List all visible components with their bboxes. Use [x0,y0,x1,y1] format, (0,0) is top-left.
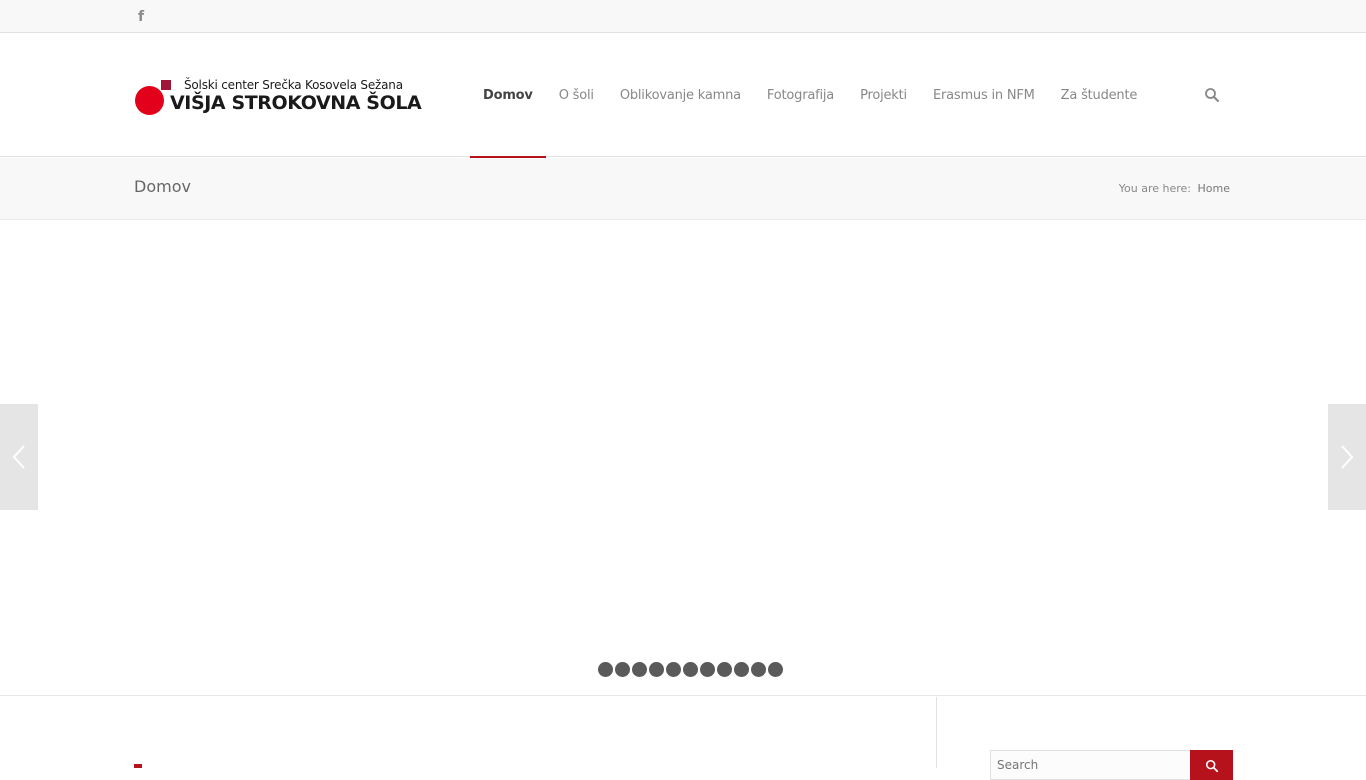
nav-item-fotografija[interactable]: Fotografija [754,33,847,157]
site-header: Šolski center Srečka Kosovela Sežana VIŠ… [0,33,1366,158]
breadcrumb-home-link[interactable]: Home [1198,182,1230,195]
image-slider [0,221,1366,696]
nav-item-oblikovanje-kamna[interactable]: Oblikovanje kamna [607,33,754,157]
content-area [0,697,1366,780]
slider-next-button[interactable] [1328,404,1366,510]
main-nav: Domov O šoli Oblikovanje kamna Fotografi… [470,33,1151,158]
site-logo[interactable]: Šolski center Srečka Kosovela Sežana VIŠ… [134,75,422,121]
slider-dot-1[interactable] [598,662,613,677]
logo-square [161,80,171,90]
search-input[interactable] [990,750,1191,780]
slider-prev-button[interactable] [0,404,38,510]
facebook-icon[interactable]: f [134,8,148,25]
logo-red-dot [135,86,164,115]
slider-dot-5[interactable] [666,662,681,677]
slider-dot-11[interactable] [768,662,783,677]
page-title: Domov [134,177,191,196]
slider-dot-7[interactable] [700,662,715,677]
breadcrumb-prefix: You are here: [1118,182,1192,195]
nav-item-za-studente[interactable]: Za študente [1048,33,1151,157]
sidebar-divider [936,697,937,768]
search-icon [1205,759,1218,773]
logo-school-name: VIŠJA STROKOVNA ŠOLA [170,92,422,114]
title-bar: Domov You are here: Home [0,158,1366,220]
nav-item-projekti[interactable]: Projekti [847,33,920,157]
slider-dot-8[interactable] [717,662,732,677]
search-icon[interactable] [1204,87,1220,103]
sidebar-search [990,750,1233,780]
slider-dot-4[interactable] [649,662,664,677]
slider-dot-3[interactable] [632,662,647,677]
nav-item-domov[interactable]: Domov [470,33,546,158]
slider-dot-10[interactable] [751,662,766,677]
chevron-left-icon [12,445,25,469]
logo-school-center: Šolski center Srečka Kosovela Sežana [184,78,403,92]
slider-dot-6[interactable] [683,662,698,677]
heading-accent [134,764,142,768]
chevron-right-icon [1341,445,1354,469]
nav-item-erasmus-in-nfm[interactable]: Erasmus in NFM [920,33,1048,157]
search-button[interactable] [1190,750,1233,780]
slider-dot-9[interactable] [734,662,749,677]
nav-item-o-soli[interactable]: O šoli [546,33,607,157]
slider-dot-2[interactable] [615,662,630,677]
breadcrumb: You are here: Home [1119,182,1230,195]
slider-pagination [598,662,783,677]
top-bar: f [0,0,1366,33]
